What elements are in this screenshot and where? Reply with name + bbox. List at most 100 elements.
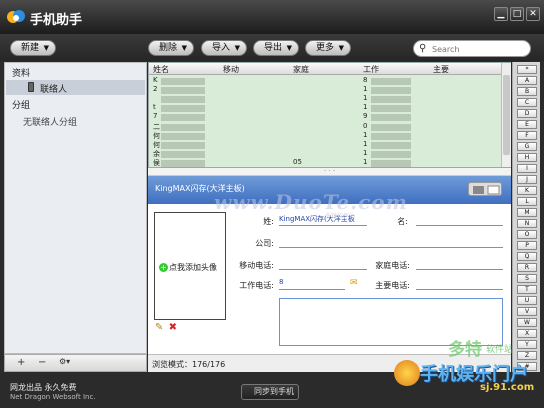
alphabet-letter[interactable]: V (517, 307, 537, 316)
alphabet-letter[interactable]: G (517, 142, 537, 151)
alphabet-letter[interactable]: K (517, 186, 537, 195)
export-button[interactable]: 导出 ▼ (253, 40, 299, 56)
column-header-main[interactable]: 主要 (433, 64, 449, 75)
alphabet-letter[interactable]: P (517, 241, 537, 250)
avatar[interactable]: + 点我添加头像 (154, 212, 226, 320)
alphabet-letter[interactable]: O (517, 230, 537, 239)
view-toggle-icon (473, 185, 500, 195)
table-cell-work: 1 (363, 85, 368, 94)
table-cell-work: 1 (363, 157, 368, 166)
mobile-field[interactable] (279, 258, 367, 270)
chevron-down-icon: ▼ (338, 44, 344, 52)
main-phone-field[interactable] (416, 278, 503, 290)
splitter-handle[interactable]: · · · (148, 168, 511, 176)
alphabet-letter[interactable]: D (517, 109, 537, 118)
alphabet-letter[interactable]: * (517, 65, 537, 74)
title-bar[interactable]: 手机助手 ▁ □ ✕ (0, 0, 544, 34)
sidebar-item-contacts[interactable]: 联络人 (6, 80, 145, 95)
watermark-brand-3: sj.91.com (480, 382, 535, 393)
home-field[interactable] (416, 258, 503, 270)
alphabet-letter[interactable]: U (517, 296, 537, 305)
alphabet-letter[interactable]: N (517, 219, 537, 228)
column-header-mobile[interactable]: 移动 (223, 64, 239, 75)
plus-circle-icon: + (159, 263, 168, 272)
table-cell-work: 1 (363, 103, 368, 112)
app-window: 手机助手 ▁ □ ✕ 新建▼ 删除▼ 导入▼ 导出▼ 更多▼ ⚲ 资料 联络人 … (0, 0, 544, 408)
work-label: 工作电话: (239, 281, 274, 290)
alphabet-letter[interactable]: E (517, 120, 537, 129)
column-header-work[interactable]: 工作 (363, 64, 379, 75)
alphabet-letter[interactable]: R (517, 263, 537, 272)
redacted-block (371, 114, 411, 122)
scrollbar-thumb[interactable] (503, 75, 510, 155)
company-field[interactable] (279, 236, 503, 248)
alphabet-letter[interactable]: F (517, 131, 537, 140)
alphabet-letter[interactable]: H (517, 153, 537, 162)
alphabet-letter[interactable]: L (517, 197, 537, 206)
delete-button-label: 删除 (159, 43, 178, 53)
mail-icon[interactable]: ✉ (350, 278, 358, 288)
sidebar-section-groups: 分组 (12, 101, 31, 111)
group-settings-button[interactable]: ⚙▾ (59, 357, 70, 366)
sidebar: 资料 联络人 分组 无联络人分组 (4, 62, 147, 354)
table-cell-work: 0 (363, 121, 368, 130)
sidebar-item-ungrouped[interactable]: 无联络人分组 (23, 115, 77, 128)
redacted-block (371, 150, 411, 158)
detail-edit-icons: ✎ ✖ (155, 322, 177, 333)
search-input[interactable] (432, 43, 524, 55)
maximize-button[interactable]: □ (510, 7, 524, 21)
work-field[interactable]: 8 (279, 278, 345, 290)
status-text: 浏览模式：176/176 (152, 360, 226, 369)
alphabet-letter[interactable]: Q (517, 252, 537, 261)
alphabet-letter[interactable]: A (517, 76, 537, 85)
alphabet-letter[interactable]: M (517, 208, 537, 217)
add-photo-button[interactable]: + 点我添加头像 (159, 262, 217, 273)
mobile-label: 移动电话: (239, 261, 274, 270)
last-name-label: 姓: (263, 217, 274, 226)
alphabet-letter[interactable]: B (517, 87, 537, 96)
minimize-button[interactable]: ▁ (494, 7, 508, 21)
delete-icon[interactable]: ✖ (169, 322, 177, 333)
table-cell-name: t (153, 103, 156, 112)
table-cell-work: 1 (363, 139, 368, 148)
first-name-label: 名: (397, 217, 408, 226)
view-toggle[interactable] (468, 182, 502, 196)
watermark-duote: www.DuoTe.com (214, 190, 408, 214)
alphabet-index: * A B C D E F G H I J K L M N O P Q R S T U V W X Y Z # (512, 62, 540, 372)
list-scrollbar[interactable] (501, 63, 511, 167)
table-cell-work: 1 (363, 130, 368, 139)
more-button[interactable]: 更多 ▼ (305, 40, 351, 56)
redacted-block (371, 141, 411, 149)
add-group-button[interactable]: + (17, 357, 25, 368)
first-name-field[interactable] (416, 214, 503, 226)
edit-icon[interactable]: ✎ (155, 322, 163, 333)
close-button[interactable]: ✕ (526, 7, 540, 21)
alphabet-letter[interactable]: J (517, 175, 537, 184)
delete-button[interactable]: 删除 ▼ (148, 40, 194, 56)
redacted-block (161, 159, 205, 167)
contact-list-header: 姓名 移动 家庭 工作 主要 (149, 63, 501, 75)
column-header-name[interactable]: 姓名 (153, 64, 169, 75)
sync-to-phone-button[interactable]: 同步到手机 (241, 384, 299, 400)
alphabet-letter[interactable]: I (517, 164, 537, 173)
table-cell-name: 侯 (153, 158, 160, 167)
new-button[interactable]: 新建 ▼ (10, 40, 56, 56)
search-box[interactable]: ⚲ (413, 40, 531, 57)
redacted-block (371, 96, 411, 104)
redacted-block (161, 114, 205, 122)
alphabet-letter[interactable]: C (517, 98, 537, 107)
redacted-block (371, 78, 411, 85)
alphabet-letter[interactable]: T (517, 285, 537, 294)
chevron-down-icon: ▼ (181, 44, 187, 52)
sidebar-actions: + − ⚙▾ (4, 354, 147, 372)
import-button-label: 导入 (212, 43, 231, 53)
watermark-brand: 多特 软件站 手机娱乐门户 sj.91.com (380, 330, 544, 408)
import-button[interactable]: 导入 ▼ (201, 40, 247, 56)
company-label: 公司: (255, 239, 274, 248)
alphabet-letter[interactable]: S (517, 274, 537, 283)
remove-group-button[interactable]: − (38, 357, 46, 368)
alphabet-letter[interactable]: W (517, 318, 537, 327)
column-header-home[interactable]: 家庭 (293, 64, 309, 75)
table-cell-name: 2 (153, 85, 158, 94)
contact-list[interactable]: 姓名 移动 家庭 工作 主要 K 8 2 1 1 t 1 7 9 二 0 何 1 何 1 余 1 侯 05 1 (148, 62, 511, 168)
